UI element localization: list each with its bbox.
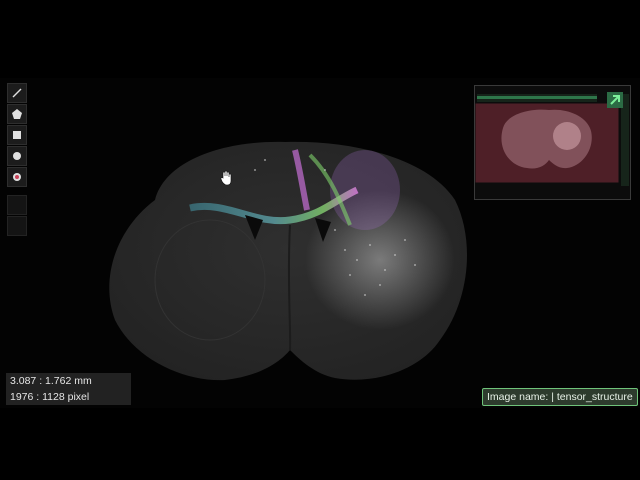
line-icon	[12, 88, 22, 98]
blank-tool-icon	[11, 220, 23, 232]
coordinate-pixel: 1976 : 1128 pixel	[10, 391, 90, 403]
coordinate-readout: 3.087 : 1.762 mm 1976 : 1128 pixel	[6, 373, 131, 405]
toolbar-separator	[7, 188, 27, 194]
blank-tool-icon	[11, 199, 23, 211]
line-tool-button[interactable]	[7, 83, 27, 103]
navigator-expand-button[interactable]	[603, 89, 627, 111]
arrow-expand-icon	[607, 92, 623, 108]
drawing-toolbar	[7, 83, 27, 236]
image-name-tag: Image name: | tensor_structure	[482, 388, 638, 406]
circle-tool-button[interactable]	[7, 146, 27, 166]
coordinate-mm: 3.087 : 1.762 mm	[10, 375, 92, 387]
image-viewer[interactable]: 3.087 : 1.762 mm 1976 : 1128 pixel Image…	[0, 0, 640, 480]
circle-icon	[13, 152, 21, 160]
rectangle-tool-button[interactable]	[7, 125, 27, 145]
pentagon-icon	[12, 109, 22, 119]
extra-tool-button-1[interactable]	[7, 195, 27, 215]
hand-cursor-icon	[220, 170, 232, 186]
navigator-overview[interactable]	[474, 85, 631, 200]
square-icon	[13, 131, 21, 139]
point-icon	[13, 173, 21, 181]
brain-slice-image[interactable]	[95, 130, 475, 390]
extra-tool-button-2[interactable]	[7, 216, 27, 236]
point-tool-button[interactable]	[7, 167, 27, 187]
polygon-tool-button[interactable]	[7, 104, 27, 124]
